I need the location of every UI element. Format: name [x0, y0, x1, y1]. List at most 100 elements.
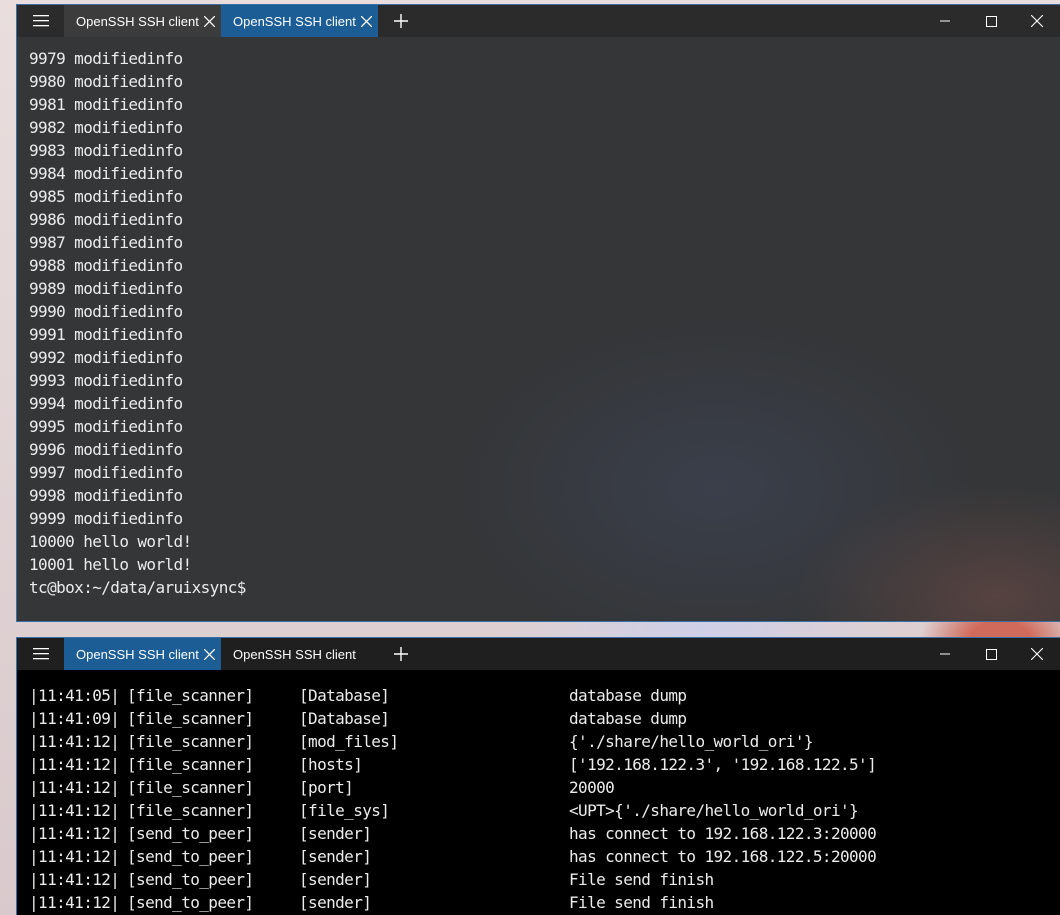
tab-ssh-2[interactable]: OpenSSH SSH client	[221, 5, 378, 37]
log-module: [file_scanner]	[127, 755, 254, 774]
log-time: |11:41:09|	[29, 709, 120, 728]
log-tag: [port]	[299, 778, 354, 797]
log-tag: [sender]	[299, 870, 372, 889]
close-icon[interactable]	[356, 5, 378, 37]
log-row: |11:41:12| [send_to_peer] [sender] File sen…	[29, 891, 1060, 914]
hamburger-menu-icon[interactable]	[17, 638, 64, 670]
log-row: |11:41:12| [send_to_peer] [sender] has conn…	[29, 845, 1060, 868]
terminal-line: 9989 modifiedinfo	[29, 279, 183, 298]
log-tag: [hosts]	[299, 755, 363, 774]
terminal-line: 9980 modifiedinfo	[29, 72, 183, 91]
tab-label: OpenSSH SSH client	[76, 646, 199, 662]
log-row: |11:41:05| [file_scanner] [Database] databa…	[29, 684, 1060, 707]
tab-ssh-1[interactable]: OpenSSH SSH client	[64, 5, 221, 37]
title-bar: OpenSSH SSH client OpenSSH SSH client	[17, 5, 1060, 37]
terminal-line: 9985 modifiedinfo	[29, 187, 183, 206]
terminal-line: 9992 modifiedinfo	[29, 348, 183, 367]
log-row: |11:41:12| [file_scanner] [mod_files] {'./s…	[29, 730, 1060, 753]
close-icon[interactable]	[199, 5, 221, 37]
terminal-line: 9995 modifiedinfo	[29, 417, 183, 436]
log-message: database dump	[569, 686, 687, 705]
close-window-icon[interactable]	[1014, 5, 1060, 37]
log-tag: [sender]	[299, 824, 372, 843]
log-tag: [Database]	[299, 686, 390, 705]
log-row: |11:41:12| [file_scanner] [file_sys] <UPT>{…	[29, 799, 1060, 822]
log-tag: [sender]	[299, 847, 372, 866]
log-message: 20000	[569, 778, 615, 797]
log-message: database dump	[569, 709, 687, 728]
terminal-line: 9990 modifiedinfo	[29, 302, 183, 321]
log-module: [file_scanner]	[127, 686, 254, 705]
terminal-line: 9979 modifiedinfo	[29, 49, 183, 68]
log-time: |11:41:12|	[29, 893, 120, 912]
log-module: [send_to_peer]	[127, 847, 254, 866]
log-module: [file_scanner]	[127, 732, 254, 751]
terminal-line: 9983 modifiedinfo	[29, 141, 183, 160]
log-row: |11:41:09| [file_scanner] [Database] databa…	[29, 707, 1060, 730]
log-module: [file_scanner]	[127, 778, 254, 797]
log-time: |11:41:12|	[29, 870, 120, 889]
log-message: has connect to 192.168.122.5:20000	[569, 847, 877, 866]
shell-prompt: tc@box:~/data/aruixsync$	[29, 578, 246, 597]
log-row: |11:41:12| [send_to_peer] [sender] File sen…	[29, 868, 1060, 891]
terminal-line: 10000 hello world!	[29, 532, 192, 551]
log-tag: [sender]	[299, 893, 372, 912]
plus-icon[interactable]	[378, 638, 424, 670]
terminal-line: 9993 modifiedinfo	[29, 371, 183, 390]
title-bar: OpenSSH SSH client OpenSSH SSH client	[17, 638, 1060, 670]
log-message: {'./share/hello_world_ori'}	[569, 732, 813, 751]
log-row: |11:41:12| [file_scanner] [hosts] ['192.168…	[29, 753, 1060, 776]
log-message: <UPT>{'./share/hello_world_ori'}	[569, 801, 859, 820]
log-message: File send finish	[569, 893, 714, 912]
tab-label: OpenSSH SSH client	[233, 646, 356, 662]
window-controls	[922, 5, 1060, 37]
log-module: [file_scanner]	[127, 709, 254, 728]
maximize-icon[interactable]	[968, 5, 1014, 37]
terminal-output[interactable]: 9979 modifiedinfo 9980 modifiedinfo 9981…	[17, 37, 1060, 621]
terminal-window-bottom: OpenSSH SSH client OpenSSH SSH client |1…	[16, 637, 1060, 915]
log-message: File send finish	[569, 870, 714, 889]
terminal-line: 9981 modifiedinfo	[29, 95, 183, 114]
window-controls	[922, 638, 1060, 670]
log-row: |11:41:12| [file_scanner] [port] 20000	[29, 776, 1060, 799]
log-module: [send_to_peer]	[127, 870, 254, 889]
tab-ssh-1[interactable]: OpenSSH SSH client	[64, 638, 221, 670]
terminal-line: 9991 modifiedinfo	[29, 325, 183, 344]
terminal-line: 9999 modifiedinfo	[29, 509, 183, 528]
log-module: [file_scanner]	[127, 801, 254, 820]
log-time: |11:41:05|	[29, 686, 120, 705]
terminal-line: 9994 modifiedinfo	[29, 394, 183, 413]
terminal-line: 9986 modifiedinfo	[29, 210, 183, 229]
hamburger-menu-icon[interactable]	[17, 5, 64, 37]
tab-ssh-2[interactable]: OpenSSH SSH client	[221, 638, 378, 670]
plus-icon[interactable]	[378, 5, 424, 37]
terminal-output[interactable]: |11:41:05| [file_scanner] [Database] databa…	[17, 670, 1060, 915]
terminal-line: 9982 modifiedinfo	[29, 118, 183, 137]
log-tag: [Database]	[299, 709, 390, 728]
close-icon[interactable]	[199, 638, 221, 670]
minimize-icon[interactable]	[922, 638, 968, 670]
terminal-line: 9996 modifiedinfo	[29, 440, 183, 459]
terminal-line: 9998 modifiedinfo	[29, 486, 183, 505]
log-module: [send_to_peer]	[127, 893, 254, 912]
log-tag: [file_sys]	[299, 801, 390, 820]
terminal-line: 9997 modifiedinfo	[29, 463, 183, 482]
log-time: |11:41:12|	[29, 847, 120, 866]
terminal-line: 10001 hello world!	[29, 555, 192, 574]
log-time: |11:41:12|	[29, 801, 120, 820]
log-tag: [mod_files]	[299, 732, 399, 751]
maximize-icon[interactable]	[968, 638, 1014, 670]
log-message: ['192.168.122.3', '192.168.122.5']	[569, 755, 877, 774]
tab-label: OpenSSH SSH client	[233, 13, 356, 29]
log-time: |11:41:12|	[29, 755, 120, 774]
log-time: |11:41:12|	[29, 778, 120, 797]
log-row: |11:41:12| [send_to_peer] [sender] has conn…	[29, 822, 1060, 845]
log-time: |11:41:12|	[29, 824, 120, 843]
minimize-icon[interactable]	[922, 5, 968, 37]
tab-label: OpenSSH SSH client	[76, 13, 199, 29]
close-window-icon[interactable]	[1014, 638, 1060, 670]
terminal-line: 9988 modifiedinfo	[29, 256, 183, 275]
terminal-line: 9987 modifiedinfo	[29, 233, 183, 252]
terminal-line: 9984 modifiedinfo	[29, 164, 183, 183]
terminal-window-top: OpenSSH SSH client OpenSSH SSH client 99…	[16, 4, 1060, 622]
